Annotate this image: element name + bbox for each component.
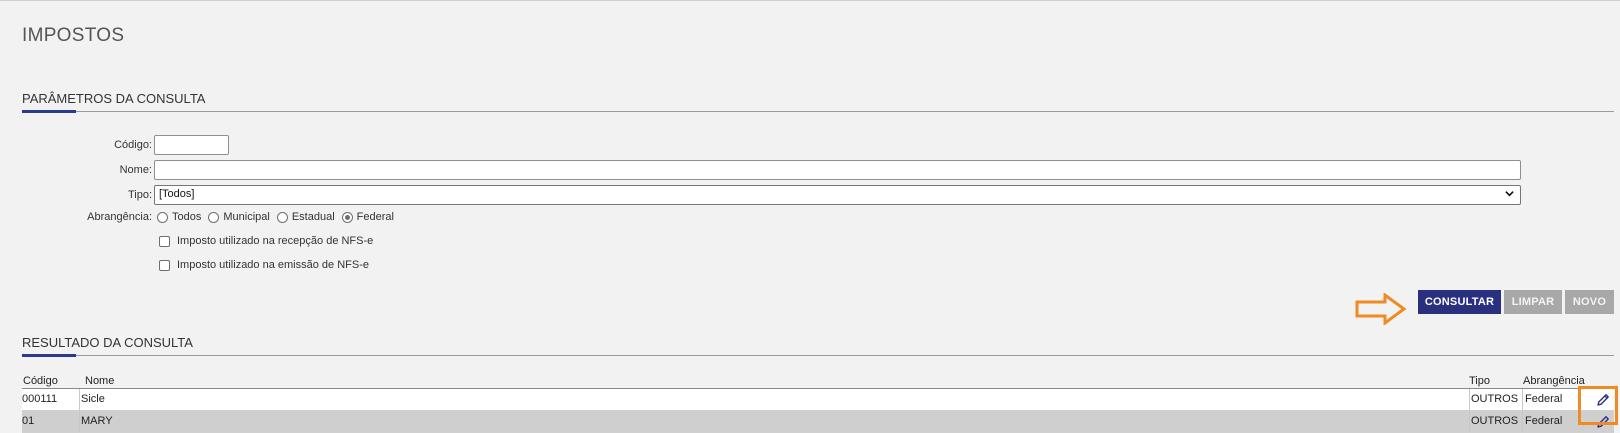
- column-header-abrangencia[interactable]: Abrangência: [1523, 375, 1585, 387]
- chevron-down-icon: [1505, 191, 1514, 197]
- cell-tipo: OUTROS: [1471, 415, 1519, 427]
- cell-abrangencia: Federal: [1525, 393, 1563, 405]
- params-section-title: PARÂMETROS DA CONSULTA: [22, 91, 206, 106]
- checkbox-emissao-label: Imposto utilizado na emissão de NFS-e: [177, 259, 369, 271]
- column-header-codigo[interactable]: Código: [23, 375, 58, 387]
- cell-tipo: OUTROS: [1471, 393, 1519, 405]
- radio-todos[interactable]: [157, 211, 168, 223]
- codigo-label: Código:: [114, 139, 152, 151]
- abrangencia-label: Abrangência:: [87, 211, 152, 223]
- nome-input[interactable]: [154, 160, 1521, 180]
- nome-label: Nome:: [119, 164, 152, 176]
- radio-estadual-label: Estadual: [291, 211, 335, 223]
- radio-todos-label: Todos: [172, 211, 202, 223]
- tipo-select[interactable]: [Todos]: [154, 185, 1521, 205]
- radio-municipal-label: Municipal: [223, 211, 270, 223]
- abrangencia-row: Abrangência: Todos Municipal Estadual Fe…: [14, 211, 398, 223]
- arrow-right-icon: [1355, 293, 1407, 325]
- cell-nome: Sicle: [81, 393, 105, 405]
- column-divider: [79, 389, 80, 410]
- results-table: Código Nome Tipo Abrangência 000111 Sicl…: [22, 374, 1614, 433]
- highlight-box: [1578, 386, 1618, 425]
- column-divider: [1469, 411, 1470, 432]
- radio-federal[interactable]: [341, 211, 353, 223]
- codigo-row: Código:: [14, 135, 229, 155]
- cell-codigo: 000111: [22, 393, 58, 405]
- checkbox-emissao[interactable]: [159, 259, 170, 271]
- column-header-nome[interactable]: Nome: [85, 375, 114, 387]
- radio-municipal[interactable]: [208, 211, 220, 223]
- section-accent-bar: [22, 110, 76, 113]
- cell-codigo: 01: [22, 415, 35, 427]
- checkbox-recepcao[interactable]: [159, 235, 170, 247]
- checkbox-recepcao-row: Imposto utilizado na recepção de NFS-e: [159, 235, 373, 247]
- consultar-button[interactable]: CONSULTAR: [1418, 290, 1501, 314]
- table-row[interactable]: 000111 Sicle OUTROS Federal: [22, 389, 1614, 411]
- column-divider: [1469, 389, 1470, 410]
- radio-federal-label: Federal: [356, 211, 394, 223]
- column-divider: [1522, 389, 1523, 410]
- column-divider: [1522, 411, 1523, 432]
- checkbox-emissao-row: Imposto utilizado na emissão de NFS-e: [159, 259, 369, 271]
- table-row[interactable]: 01 MARY OUTROS Federal: [22, 411, 1614, 433]
- results-section-title: RESULTADO DA CONSULTA: [22, 335, 193, 350]
- column-header-tipo[interactable]: Tipo: [1469, 375, 1490, 387]
- results-section-header: RESULTADO DA CONSULTA: [22, 335, 1614, 357]
- nome-row: Nome:: [14, 160, 1521, 180]
- tipo-label: Tipo:: [127, 189, 152, 201]
- section-accent-bar: [22, 354, 76, 357]
- tipo-row: Tipo: [Todos]: [14, 185, 1521, 205]
- column-divider: [79, 411, 80, 432]
- limpar-button[interactable]: LIMPAR: [1504, 290, 1562, 314]
- codigo-input[interactable]: [154, 135, 229, 155]
- cell-abrangencia: Federal: [1525, 415, 1563, 427]
- radio-estadual[interactable]: [276, 211, 288, 223]
- cell-nome: MARY: [81, 415, 113, 427]
- params-section-header: PARÂMETROS DA CONSULTA: [22, 91, 1614, 113]
- table-header-row: Código Nome Tipo Abrangência: [22, 374, 1614, 389]
- page-title: IMPOSTOS: [22, 25, 125, 46]
- novo-button[interactable]: NOVO: [1565, 290, 1614, 314]
- checkbox-recepcao-label: Imposto utilizado na recepção de NFS-e: [177, 235, 374, 247]
- tipo-selected-value: [Todos]: [159, 188, 195, 200]
